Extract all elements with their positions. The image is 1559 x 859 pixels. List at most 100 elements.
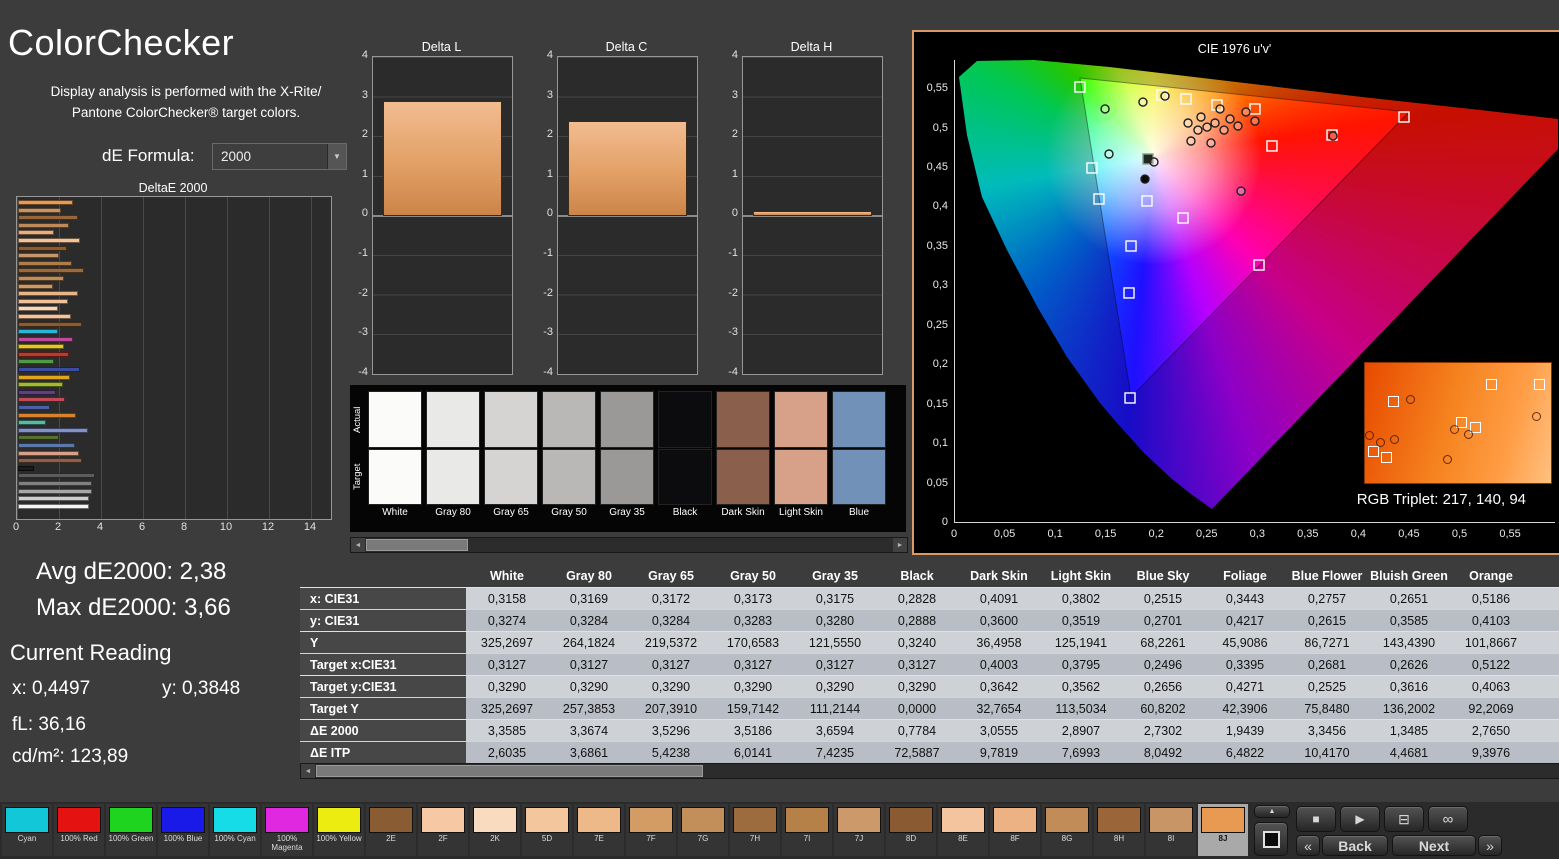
inset-measured-point xyxy=(1450,425,1460,434)
scroll-right-arrow[interactable]: ► xyxy=(893,538,907,552)
pattern-7g[interactable]: 7G xyxy=(678,804,728,856)
deltae-bar-8i xyxy=(18,207,62,213)
pattern-5d[interactable]: 5D xyxy=(522,804,572,856)
pattern-8j[interactable]: 8J xyxy=(1198,804,1248,856)
measurement-table: White Gray 80 Gray 65 Gray 50 Gray 35 Black Da… xyxy=(300,565,1559,763)
deltae-bar-orange-yellow xyxy=(18,374,71,380)
pattern-color-swatch xyxy=(629,807,673,833)
pattern-2e[interactable]: 2E xyxy=(366,804,416,856)
play-icon: ▶ xyxy=(1355,812,1365,826)
pattern-100-green[interactable]: 100% Green xyxy=(106,804,156,856)
deltae-bar-gray-50 xyxy=(18,480,92,486)
de-formula-label: dE Formula: xyxy=(102,146,195,165)
deltae-bar-black xyxy=(18,465,35,471)
table-cell: 0,2888 xyxy=(897,614,937,628)
pattern-2k[interactable]: 2K xyxy=(470,804,520,856)
pattern-100-blue[interactable]: 100% Blue xyxy=(158,804,208,856)
table-cell: 325,2697 xyxy=(480,702,534,716)
delta-c-bar xyxy=(568,120,687,216)
pattern-7h[interactable]: 7H xyxy=(730,804,780,856)
table-cell: 0,2656 xyxy=(1143,680,1183,694)
next-button[interactable]: Next xyxy=(1392,835,1476,856)
table-cell: 0,3642 xyxy=(979,680,1019,694)
pattern-8f[interactable]: 8F xyxy=(990,804,1040,856)
table-cell: 3,0555 xyxy=(979,724,1019,738)
axis-tick-label: 0,35 xyxy=(1297,528,1319,540)
pattern-8h[interactable]: 8H xyxy=(1094,804,1144,856)
pattern-2f[interactable]: 2F xyxy=(418,804,468,856)
scrollbar-thumb[interactable] xyxy=(316,765,703,777)
pattern-window-button[interactable] xyxy=(1254,822,1288,856)
table-cell: 0,3158 xyxy=(487,592,527,606)
pattern-7e[interactable]: 7E xyxy=(574,804,624,856)
table-scrollbar[interactable]: ◄ xyxy=(300,763,1559,779)
deltae-bar-gray-35 xyxy=(18,473,95,479)
table-cell: 0,4271 xyxy=(1225,680,1265,694)
scroll-left-arrow[interactable]: ◄ xyxy=(301,764,315,778)
deltae-bar-7i xyxy=(18,260,73,266)
table-cell: 136,2002 xyxy=(1382,702,1436,716)
table-cell: 1,3485 xyxy=(1389,724,1429,738)
scroll-left-arrow[interactable]: ◄ xyxy=(351,538,365,552)
pattern-8e[interactable]: 8E xyxy=(938,804,988,856)
pattern-100-magenta[interactable]: 100% Magenta xyxy=(262,804,312,856)
deltae-bar-gray-80 xyxy=(18,496,89,502)
scrollbar-thumb[interactable] xyxy=(366,539,468,551)
axis-tick-label: 0,2 xyxy=(932,358,948,371)
axis-tick-label: 1 xyxy=(361,167,368,180)
frame-button[interactable]: ⊟ xyxy=(1384,806,1424,832)
table-row: Target Y 325,2697 257,3853 207,3910 159,7142… xyxy=(300,697,1559,719)
table-row: y: CIE31 0,3274 0,3284 0,3284 0,3283 0,3280 0,… xyxy=(300,609,1559,631)
prev-button[interactable]: « xyxy=(1296,835,1320,856)
table-cell: 0,3127 xyxy=(569,658,609,672)
table-column-header: Pur xyxy=(1532,565,1559,587)
table-cell: 0,5122 xyxy=(1471,658,1511,672)
table-cell: 92,2069 xyxy=(1468,702,1514,716)
axis-tick-label: -1 xyxy=(543,247,553,259)
swatch-strip-scrollbar[interactable]: ◄ ► xyxy=(350,537,908,553)
pattern-color-swatch xyxy=(473,807,517,833)
table-cell: 0,3290 xyxy=(733,680,773,694)
pattern-100-cyan[interactable]: 100% Cyan xyxy=(210,804,260,856)
pattern-7f[interactable]: 7F xyxy=(626,804,676,856)
table-column-header: Light Skin xyxy=(1050,569,1112,583)
inset-measured-point xyxy=(1532,411,1542,421)
loop-button[interactable]: ∞ xyxy=(1428,806,1468,832)
pattern-7j[interactable]: 7J xyxy=(834,804,884,856)
next-arrow-button[interactable]: » xyxy=(1478,835,1502,856)
deltae-bar-orange xyxy=(18,412,77,418)
table-row: x: CIE31 0,3158 0,3169 0,3172 0,3173 0,3175 0,… xyxy=(300,587,1559,609)
table-cell: 5,4238 xyxy=(651,746,691,760)
table-cell: 0,3173 xyxy=(733,592,773,606)
table-cell: 0,3585 xyxy=(1389,614,1429,628)
pattern-8d[interactable]: 8D xyxy=(886,804,936,856)
inset-measured-point xyxy=(1405,395,1415,404)
table-column-header: Blue Sky xyxy=(1136,569,1190,583)
play-button[interactable]: ▶ xyxy=(1340,806,1380,832)
pattern-8g[interactable]: 8G xyxy=(1042,804,1092,856)
inset-target-point xyxy=(1387,396,1399,408)
table-column-header: Gray 80 xyxy=(566,569,612,583)
swatch-actual xyxy=(484,391,538,448)
table-cell: 36,4958 xyxy=(976,636,1022,650)
axis-tick-label: 0 xyxy=(361,207,368,220)
de-formula-select[interactable]: 2000 ▼ xyxy=(212,143,347,170)
deltae-bar-7e xyxy=(18,291,78,297)
stop-button[interactable]: ■ xyxy=(1296,806,1336,832)
pattern-100-red[interactable]: 100% Red xyxy=(54,804,104,856)
cie-title: CIE 1976 u'v' xyxy=(1197,42,1272,56)
pattern-100-yellow[interactable]: 100% Yellow xyxy=(314,804,364,856)
swatch-target xyxy=(368,449,422,505)
reference-swatch-blue: Blue xyxy=(832,385,886,532)
pattern-8i[interactable]: 8I xyxy=(1146,804,1196,856)
swatch-target xyxy=(716,449,770,505)
axis-tick-label: 2 xyxy=(546,128,553,141)
table-cell: 0,3600 xyxy=(979,614,1019,628)
pattern-7i[interactable]: 7I xyxy=(782,804,832,856)
scroll-up-button[interactable]: ▲ xyxy=(1254,805,1290,818)
back-button[interactable]: Back xyxy=(1322,835,1388,856)
pattern-cyan[interactable]: Cyan xyxy=(2,804,52,856)
pattern-label: 100% Yellow xyxy=(316,834,362,843)
pattern-color-swatch xyxy=(109,807,153,833)
pattern-label: 8D xyxy=(905,834,917,843)
